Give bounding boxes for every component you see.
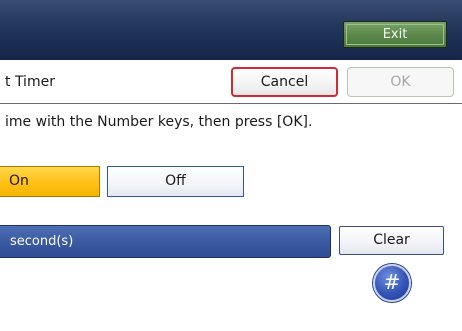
hash-icon: # bbox=[383, 270, 401, 294]
ok-button[interactable]: OK bbox=[347, 67, 454, 97]
clear-button[interactable]: Clear bbox=[339, 226, 444, 255]
off-button[interactable]: Off bbox=[107, 166, 244, 197]
exit-button-frame bbox=[346, 24, 444, 45]
instruction-text: ime with the Number keys, then press [OK… bbox=[5, 114, 313, 130]
cancel-button[interactable]: Cancel bbox=[231, 67, 338, 97]
title-row: t Timer Cancel OK bbox=[0, 63, 462, 104]
top-bar: Exit bbox=[0, 0, 462, 60]
seconds-unit-label: second(s) bbox=[10, 234, 74, 249]
on-button[interactable]: On bbox=[0, 166, 100, 197]
exit-button[interactable]: Exit bbox=[343, 21, 447, 48]
page-title: t Timer bbox=[5, 74, 55, 90]
seconds-input-field[interactable]: second(s) bbox=[0, 225, 331, 258]
hash-key-button[interactable]: # bbox=[373, 264, 411, 302]
